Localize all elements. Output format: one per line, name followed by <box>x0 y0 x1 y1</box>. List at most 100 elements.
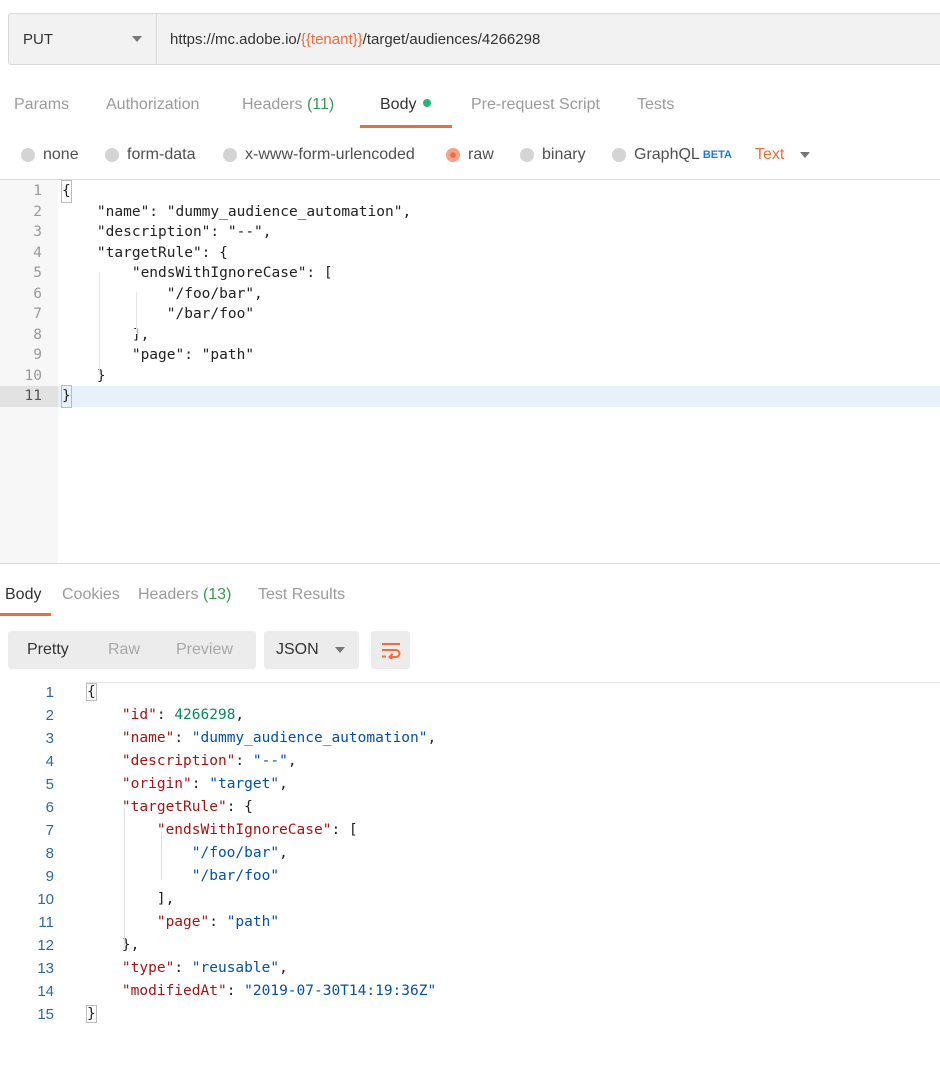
radio-none[interactable]: none <box>21 146 79 164</box>
json-key: "description" <box>121 753 236 769</box>
json-punctuation: : <box>174 730 192 746</box>
json-key: "origin" <box>121 776 192 792</box>
request-tabs: Params Authorization Headers (11) Body P… <box>0 86 940 128</box>
body-type-selector: none form-data x-www-form-urlencoded raw… <box>0 138 940 174</box>
code-text: "/bar/foo" <box>87 865 279 888</box>
response-format-select[interactable]: JSON <box>264 631 359 669</box>
json-punctuation <box>87 914 157 930</box>
json-punctuation: : <box>235 753 253 769</box>
line-number: 4 <box>45 753 54 770</box>
wrap-lines-button[interactable] <box>371 631 410 669</box>
response-format-label: JSON <box>276 641 319 658</box>
method-label: PUT <box>23 30 53 48</box>
active-tab-indicator <box>0 613 51 616</box>
tab-body-label: Body <box>380 96 417 113</box>
json-punctuation: : <box>226 983 245 999</box>
line-number: 10 <box>24 367 42 384</box>
json-string: "2019-07-30T14:19:36Z" <box>244 983 437 999</box>
json-punctuation: : { <box>226 799 253 815</box>
json-punctuation <box>87 753 122 769</box>
radio-selected-icon <box>446 148 460 162</box>
line-number: 7 <box>33 306 42 322</box>
url-input[interactable]: https://mc.adobe.io/{{tenant}}/target/au… <box>170 14 540 64</box>
response-tab-body[interactable]: Body <box>5 586 41 604</box>
content-type-select[interactable]: Text <box>755 146 811 164</box>
json-punctuation: : <box>156 707 175 723</box>
radio-form-data[interactable]: form-data <box>105 146 195 164</box>
code-line: 6 "/foo/bar", <box>0 284 940 305</box>
code-text: "endsWithIgnoreCase": [ <box>87 819 358 842</box>
json-punctuation <box>87 868 192 884</box>
json-punctuation: , <box>427 730 437 746</box>
view-pretty-button[interactable]: Pretty <box>27 641 69 659</box>
json-punctuation: }, <box>87 937 140 953</box>
tab-params[interactable]: Params <box>14 96 69 114</box>
url-suffix: /target/audiences/4266298 <box>362 30 541 48</box>
response-tab-cookies[interactable]: Cookies <box>62 586 120 604</box>
pane-divider[interactable] <box>0 563 940 564</box>
code-text: "/foo/bar", <box>62 285 263 302</box>
url-variable: {{tenant}} <box>300 30 363 48</box>
code-text: "description": "--", <box>87 750 297 773</box>
code-text: "origin": "target", <box>87 773 288 796</box>
code-text: "name": "dummy_audience_automation", <box>87 727 436 750</box>
code-text: "page": "path" <box>62 347 255 363</box>
json-key: "endsWithIgnoreCase" <box>156 822 332 838</box>
radio-binary[interactable]: binary <box>520 146 586 164</box>
response-line: 9 "/bar/foo" <box>0 865 940 888</box>
response-line: 11 "page": "path" <box>0 911 940 934</box>
json-key: "name" <box>121 730 175 746</box>
code-line: 9 "page": "path" <box>0 345 940 366</box>
json-punctuation <box>87 776 122 792</box>
line-number: 3 <box>45 730 54 747</box>
radio-urlencoded-label: x-www-form-urlencoded <box>245 146 415 163</box>
tab-tests[interactable]: Tests <box>637 96 674 114</box>
beta-badge: BETA <box>702 149 732 161</box>
response-tab-headers[interactable]: Headers (13) <box>138 586 231 604</box>
active-tab-indicator <box>360 125 452 128</box>
line-number: 3 <box>33 224 42 240</box>
code-line: 1{ <box>0 180 940 203</box>
radio-graphql-label: GraphQL <box>634 146 700 163</box>
line-number: 11 <box>38 914 54 931</box>
radio-none-label: none <box>43 146 79 163</box>
tab-body[interactable]: Body <box>380 96 432 114</box>
response-line: 14 "modifiedAt": "2019-07-30T14:19:36Z" <box>0 980 940 1003</box>
json-punctuation <box>87 730 122 746</box>
indent-guide <box>99 272 100 376</box>
line-number: 15 <box>37 1006 54 1023</box>
response-line: 12 }, <box>0 934 940 957</box>
modified-dot-icon <box>423 99 432 107</box>
code-line: 3 "description": "--", <box>0 222 940 243</box>
radio-graphql[interactable]: GraphQL BETA <box>612 146 732 164</box>
response-line: 1{ <box>0 681 940 704</box>
code-text: ], <box>87 888 174 911</box>
request-body-editor[interactable]: 1{2 "name": "dummy_audience_automation",… <box>0 179 940 564</box>
view-preview-button[interactable]: Preview <box>176 641 233 659</box>
json-punctuation <box>87 845 192 861</box>
tab-pre-request-script[interactable]: Pre-request Script <box>471 96 600 114</box>
json-punctuation <box>87 707 122 723</box>
response-line: 10 ], <box>0 888 940 911</box>
json-punctuation <box>87 822 157 838</box>
tab-headers[interactable]: Headers (11) <box>242 96 334 114</box>
radio-circle-icon <box>105 148 119 162</box>
code-text: "targetRule": { <box>87 796 253 819</box>
json-punctuation: : <box>209 914 227 930</box>
radio-raw[interactable]: raw <box>446 146 494 164</box>
code-text: } <box>86 1003 97 1026</box>
chevron-down-icon <box>335 647 345 653</box>
json-key: "page" <box>156 914 210 930</box>
tab-authorization[interactable]: Authorization <box>106 96 199 114</box>
radio-urlencoded[interactable]: x-www-form-urlencoded <box>223 146 415 164</box>
method-select[interactable]: PUT <box>9 14 157 64</box>
response-tab-test-results[interactable]: Test Results <box>258 586 345 604</box>
code-text: "endsWithIgnoreCase": [ <box>62 265 333 281</box>
radio-binary-label: binary <box>542 146 586 163</box>
view-raw-button[interactable]: Raw <box>108 641 140 659</box>
code-text: "id": 4266298, <box>87 704 244 727</box>
json-punctuation: , <box>287 753 297 769</box>
line-number: 1 <box>33 183 42 199</box>
code-text: "page": "path" <box>87 911 279 934</box>
response-body-viewer[interactable]: 1{2 "id": 4266298, 3 "name": "dummy_audie… <box>0 682 940 1080</box>
